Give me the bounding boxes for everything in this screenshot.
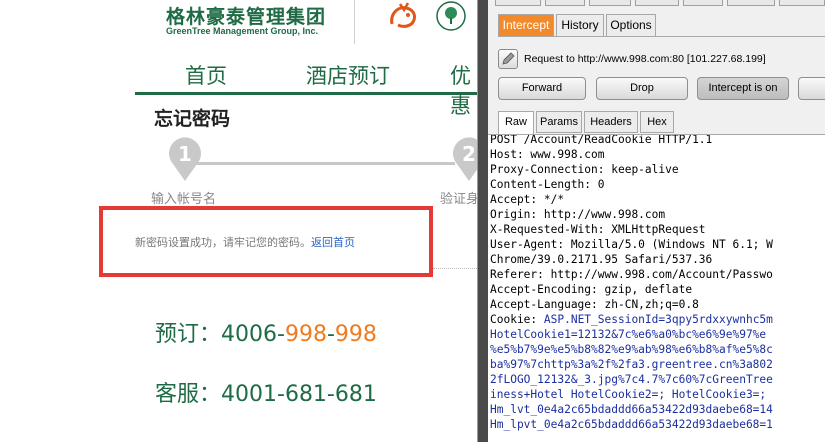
step-1-label: 输入帐号名 xyxy=(151,192,217,207)
request-line-text: Accept: */* xyxy=(490,193,565,206)
intercept-toggle-button[interactable]: Intercept is on xyxy=(697,77,789,100)
request-line-text: User-Agent: Mozilla/5.0 (Windows NT 6.1;… xyxy=(490,238,773,251)
booking-number-part1: 4006- xyxy=(221,322,285,347)
request-line: %e5%b7%9e%e5%b8%82%e9%ab%98%e6%b8%af%e5%… xyxy=(490,343,773,356)
request-line-text: Content-Length: 0 xyxy=(490,178,605,191)
booking-number-part2: 998 xyxy=(284,322,327,347)
header-divider xyxy=(354,0,355,44)
brand-name-en: GreenTree Management Group, Inc. xyxy=(166,26,319,36)
request-line: User-Agent: Mozilla/5.0 (Windows NT 6.1;… xyxy=(490,238,773,251)
service-label: 客服： xyxy=(155,382,222,407)
edit-request-button[interactable] xyxy=(498,49,518,69)
window-edge xyxy=(478,0,488,442)
pencil-icon xyxy=(502,52,515,65)
request-line-text: Origin: http://www.998.com xyxy=(490,208,666,221)
booking-number-part4: 998 xyxy=(334,322,377,347)
request-line: Hm_lpvt_0e4a2c65bdaddd66a53422d93daebe68… xyxy=(490,418,773,431)
request-line: Accept-Language: zh-CN,zh;q=0.8 xyxy=(490,298,699,311)
request-line: Chrome/39.0.2171.95 Safari/537.36 xyxy=(490,253,712,266)
request-line-text: 2fLOGO_12132&_3.jpg%7c4.7%7c60%7cGreenTr… xyxy=(490,373,773,386)
tab-headers[interactable]: Headers xyxy=(584,111,638,133)
request-line-text: POST /Account/ReadCookie HTTP/1.1 xyxy=(490,134,713,146)
request-line-text: Accept-Encoding: gzip, deflate xyxy=(490,283,693,296)
top-tab[interactable] xyxy=(683,0,723,6)
step-2-label: 验证身 xyxy=(440,192,480,207)
request-line-text: iness+Hotel HotelCookie2=; HotelCookie3=… xyxy=(490,388,767,401)
tab-raw[interactable]: Raw xyxy=(498,111,534,134)
top-tab[interactable] xyxy=(635,0,679,6)
greentree-website: 格林豪泰管理集团 GreenTree Management Group, Inc… xyxy=(0,0,487,442)
request-line: X-Requested-With: XMLHttpRequest xyxy=(490,223,706,236)
request-line-text: ba%97%7chttp%3a%2f%2fa3.greentree.cn%3a8… xyxy=(490,358,773,371)
subtab-underline xyxy=(498,36,825,37)
raw-request-editor[interactable]: POST /Account/ReadCookie HTTP/1.1 Host: w… xyxy=(488,134,825,442)
booking-number-part3: - xyxy=(326,322,335,347)
request-line: Origin: http://www.998.com xyxy=(490,208,665,221)
request-line-text: %e5%b7%9e%e5%b8%82%e9%ab%98%e6%b8%af%e5%… xyxy=(490,343,773,356)
request-line-text: X-Requested-With: XMLHttpRequest xyxy=(490,223,706,236)
request-line: iness+Hotel HotelCookie2=; HotelCookie3=… xyxy=(490,388,766,401)
request-line-cookie-value: ASP.NET_SessionId=3qpy5rdxxywnhc5m xyxy=(543,313,773,326)
request-line: Referer: http://www.998.com/Account/Pass… xyxy=(490,268,773,281)
request-line: Hm_lvt_0e4a2c65bdaddd66a53422d93daebe68=… xyxy=(490,403,773,416)
step-1-pin-icon: 1 xyxy=(169,137,201,181)
greentree-seal-icon xyxy=(436,1,466,31)
request-line: HotelCookie1=12132&7c%e6%a0%bc%e6%9e%97%… xyxy=(490,328,766,341)
action-button[interactable] xyxy=(798,77,825,100)
progress-line xyxy=(195,162,455,165)
forward-button[interactable]: Forward xyxy=(498,77,586,100)
step-1-number: 1 xyxy=(178,142,192,166)
tab-options[interactable]: Options xyxy=(606,14,656,36)
success-message: 新密码设置成功，请牢记您的密码。返回首页 xyxy=(135,234,355,250)
request-line: 2fLOGO_12132&_3.jpg%7c4.7%7c60%7cGreenTr… xyxy=(490,373,773,386)
request-line: POST /Account/ReadCookie HTTP/1.1 xyxy=(490,134,713,146)
top-tab[interactable] xyxy=(545,0,585,6)
request-line-text: Chrome/39.0.2171.95 Safari/537.36 xyxy=(490,253,713,266)
nav-underline xyxy=(135,92,487,95)
service-number: 4001-681-681 xyxy=(221,382,377,407)
screen: 格林豪泰管理集团 GreenTree Management Group, Inc… xyxy=(0,0,825,442)
request-line: Cookie: ASP.NET_SessionId=3qpy5rdxxywnhc… xyxy=(490,313,773,326)
request-line-text: Host: www.998.com xyxy=(490,148,605,161)
nav-tab-home[interactable]: 首页 xyxy=(185,60,227,90)
top-tab-strip xyxy=(495,0,825,6)
top-tab[interactable] xyxy=(727,0,775,6)
burp-proxy-window: Intercept History Options Request to htt… xyxy=(477,0,825,442)
service-hotline: 客服：4001-681-681 xyxy=(155,376,377,408)
request-line-text: Referer: http://www.998.com/Account/Pass… xyxy=(490,268,773,281)
request-line: Host: www.998.com xyxy=(490,148,605,161)
tab-params[interactable]: Params xyxy=(536,111,582,133)
drop-button[interactable]: Drop xyxy=(596,77,688,100)
booking-label: 预订： xyxy=(155,322,222,347)
top-tab[interactable] xyxy=(589,0,631,6)
request-line-text: Accept-Language: zh-CN,zh;q=0.8 xyxy=(490,298,699,311)
request-line-text: Proxy-Connection: keep-alive xyxy=(490,163,679,176)
request-target: Request to http://www.998.com:80 [101.22… xyxy=(524,53,766,65)
tab-hex[interactable]: Hex xyxy=(640,111,674,133)
request-line: Accept: */* xyxy=(490,193,564,206)
top-tab[interactable] xyxy=(495,0,541,6)
request-line: Content-Length: 0 xyxy=(490,178,605,191)
request-line-text: HotelCookie1=12132&7c%e6%a0%bc%e6%9e%97%… xyxy=(490,328,767,341)
booking-hotline: 预订：4006-998-998 xyxy=(155,316,377,348)
request-line-text: Hm_lvt_0e4a2c65bdaddd66a53422d93daebe68=… xyxy=(490,403,773,416)
success-text: 新密码设置成功，请牢记您的密码。 xyxy=(135,236,311,249)
page-title: 忘记密码 xyxy=(154,108,231,130)
request-line-text: Hm_lpvt_0e4a2c65bdaddd66a53422d93daebe68… xyxy=(490,418,773,431)
step-2-number: 2 xyxy=(462,142,476,166)
request-line: Proxy-Connection: keep-alive xyxy=(490,163,679,176)
brand-name-cn: 格林豪泰管理集团 xyxy=(166,6,327,28)
request-line-text: Cookie: xyxy=(490,313,544,326)
nav-tab-hotel-booking[interactable]: 酒店预订 xyxy=(306,60,390,90)
back-home-link[interactable]: 返回首页 xyxy=(311,236,355,249)
tab-intercept[interactable]: Intercept xyxy=(498,14,554,36)
tab-history[interactable]: History xyxy=(556,14,604,36)
top-tab[interactable] xyxy=(779,0,825,6)
request-line: Accept-Encoding: gzip, deflate xyxy=(490,283,692,296)
request-line: ba%97%7chttp%3a%2f%2fa3.greentree.cn%3a8… xyxy=(490,358,773,371)
dragon-logo-icon xyxy=(390,2,416,28)
